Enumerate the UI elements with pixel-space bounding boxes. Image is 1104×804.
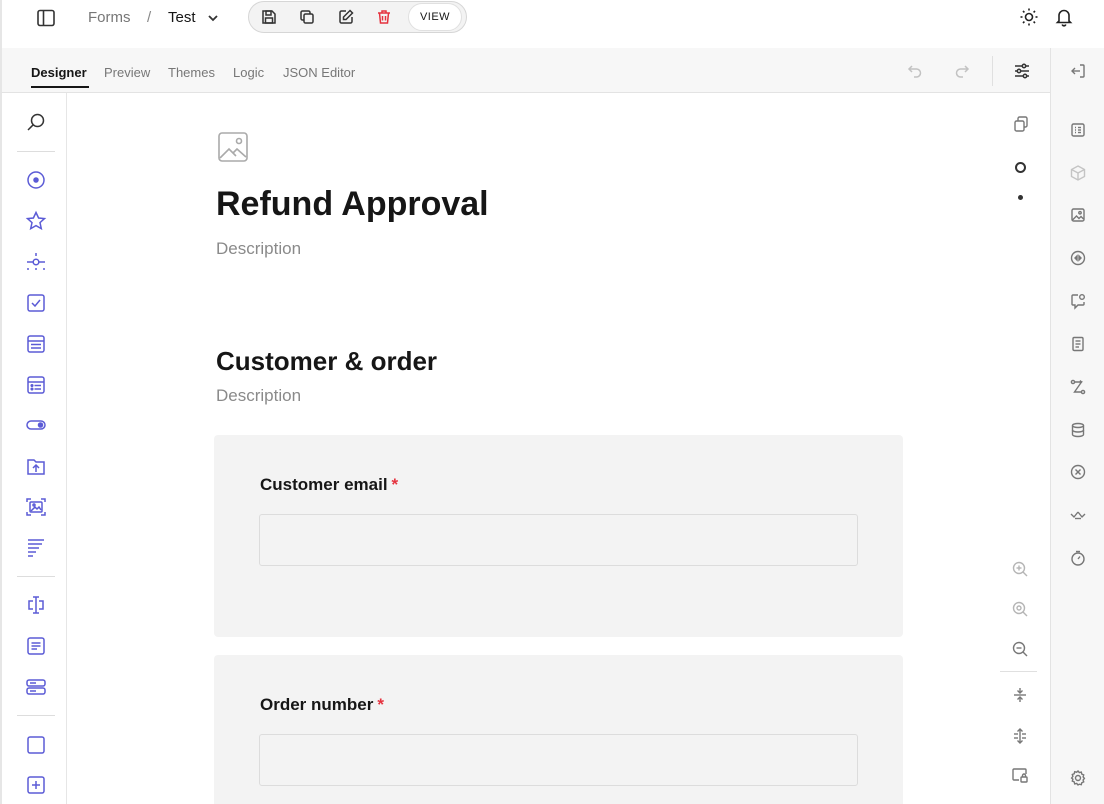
comment-icon[interactable] <box>25 635 47 657</box>
collapse-all-icon[interactable] <box>1011 686 1029 704</box>
page-navigator-dot[interactable] <box>1018 195 1023 200</box>
toolbox-divider <box>17 715 55 716</box>
chevron-down-icon[interactable] <box>206 11 220 25</box>
zoom-in-icon[interactable] <box>1011 560 1029 578</box>
zoom-divider <box>1000 671 1037 672</box>
tagbox-icon[interactable] <box>25 374 47 396</box>
form-design-canvas: Refund Approval Description Customer & o… <box>67 93 1050 804</box>
edit-icon[interactable] <box>337 8 355 26</box>
ranking-icon[interactable] <box>25 536 47 558</box>
file-upload-icon[interactable] <box>25 455 47 477</box>
form-title[interactable]: Refund Approval <box>216 185 489 224</box>
tabbar-divider <box>992 56 993 86</box>
cube-icon[interactable] <box>1069 164 1087 182</box>
dynamic-panel-icon[interactable] <box>25 774 47 796</box>
sidebar-toggle-icon[interactable] <box>35 7 57 29</box>
question-order-number[interactable]: Order number * <box>214 655 903 804</box>
breadcrumb-separator: / <box>147 9 152 26</box>
toolbox-divider <box>17 576 55 577</box>
breadcrumb-forms-link[interactable]: Forms <box>88 9 131 26</box>
form-actions-toolbar: VIEW <box>248 1 467 33</box>
gear-icon[interactable] <box>1069 769 1087 787</box>
zoom-out-icon[interactable] <box>1011 640 1029 658</box>
view-button[interactable]: VIEW <box>408 3 462 31</box>
copy-icon[interactable] <box>298 8 316 26</box>
property-grid-sidebar <box>1050 48 1104 804</box>
tab-designer[interactable]: Designer <box>31 65 87 80</box>
multiple-text-icon[interactable] <box>25 676 47 698</box>
tab-themes[interactable]: Themes <box>168 65 215 80</box>
zoom-reset-icon[interactable] <box>1011 600 1029 618</box>
toolbox-divider <box>17 151 55 152</box>
trash-icon[interactable] <box>375 8 393 26</box>
collapse-panel-icon[interactable] <box>1069 62 1087 80</box>
pages-icon[interactable] <box>1069 335 1087 353</box>
validation-icon[interactable] <box>1069 463 1087 481</box>
question-title[interactable]: Order number * <box>260 695 384 715</box>
page-description[interactable]: Description <box>216 386 301 406</box>
breadcrumb-current-form[interactable]: Test <box>168 9 196 26</box>
question-toolbox <box>0 93 67 804</box>
logo-image-placeholder-icon[interactable] <box>216 130 250 164</box>
required-mark: * <box>377 695 384 714</box>
data-icon[interactable] <box>1069 421 1087 439</box>
active-tab-indicator <box>31 86 89 88</box>
quiz-mode-icon[interactable] <box>1069 506 1087 524</box>
order-number-field[interactable] <box>259 734 858 786</box>
designer-tab-bar: Designer Preview Themes Logic JSON Edito… <box>0 48 1050 93</box>
panel-icon[interactable] <box>25 734 47 756</box>
timer-icon[interactable] <box>1069 549 1087 567</box>
general-settings-icon[interactable] <box>1069 121 1087 139</box>
question-settings-icon[interactable] <box>1069 292 1087 310</box>
bell-icon[interactable] <box>1055 7 1073 27</box>
page-navigator-current[interactable] <box>1015 162 1026 173</box>
radio-group-icon[interactable] <box>25 169 47 191</box>
expand-all-icon[interactable] <box>1011 727 1029 745</box>
sun-icon[interactable] <box>1019 7 1039 27</box>
tab-logic[interactable]: Logic <box>233 65 264 80</box>
tab-json-editor[interactable]: JSON Editor <box>283 65 355 80</box>
search-icon[interactable] <box>25 111 47 133</box>
form-description[interactable]: Description <box>216 239 301 259</box>
toggle-icon[interactable] <box>25 414 47 436</box>
settings-sliders-icon[interactable] <box>1013 62 1031 80</box>
tab-preview[interactable]: Preview <box>104 65 150 80</box>
image-picker-icon[interactable] <box>25 496 47 518</box>
logo-settings-icon[interactable] <box>1069 206 1087 224</box>
navigation-icon[interactable] <box>1069 249 1087 267</box>
text-input-icon[interactable] <box>25 594 47 616</box>
logic-icon[interactable] <box>1069 378 1087 396</box>
slider-icon[interactable] <box>25 251 47 273</box>
page-title[interactable]: Customer & order <box>216 346 437 377</box>
top-bar: Forms / Test VIEW <box>0 0 1104 48</box>
question-title[interactable]: Customer email * <box>260 475 398 495</box>
question-customer-email[interactable]: Customer email * <box>214 435 903 637</box>
star-rating-icon[interactable] <box>25 210 47 232</box>
checkbox-icon[interactable] <box>25 292 47 314</box>
required-mark: * <box>391 475 399 494</box>
customer-email-field[interactable] <box>259 514 858 566</box>
redo-icon[interactable] <box>953 62 971 80</box>
copy-page-icon[interactable] <box>1012 115 1030 133</box>
lock-question-icon[interactable] <box>1011 766 1029 784</box>
save-icon[interactable] <box>260 8 278 26</box>
undo-icon[interactable] <box>906 62 924 80</box>
dropdown-icon[interactable] <box>25 333 47 355</box>
